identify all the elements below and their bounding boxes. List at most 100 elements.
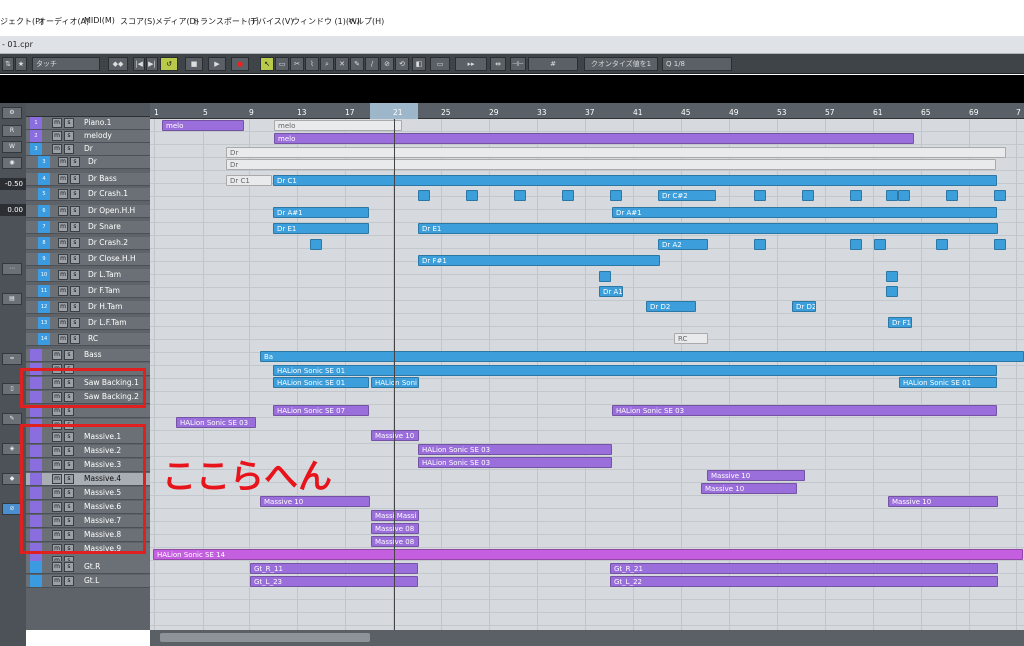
solo-button[interactable]: s xyxy=(70,286,80,296)
stop-button[interactable]: ■ xyxy=(185,57,203,71)
erase-tool-icon[interactable]: ✕ xyxy=(335,57,349,71)
color-tool-icon[interactable]: ◧ xyxy=(412,57,426,71)
solo-button[interactable]: s xyxy=(64,118,74,128)
event-part[interactable]: Ba xyxy=(260,351,1024,362)
snap-icon[interactable]: ⇹ xyxy=(490,57,506,71)
glue-tool-icon[interactable]: ⌇ xyxy=(305,57,319,71)
event-part[interactable]: Dr A#1 xyxy=(612,207,997,218)
event-part[interactable]: melo xyxy=(274,133,914,144)
channel-icon[interactable]: ▯ xyxy=(2,383,22,395)
solo-button[interactable]: s xyxy=(70,334,80,344)
mute-button[interactable]: m xyxy=(52,131,62,141)
mute-button[interactable]: m xyxy=(58,334,68,344)
event-part[interactable]: HALion Sonic SE 03 xyxy=(176,417,256,428)
pan-value[interactable]: 0.00 xyxy=(0,204,26,216)
track-name[interactable]: RC xyxy=(88,334,98,343)
track-name[interactable]: Dr H.Tam xyxy=(88,302,122,311)
eq-icon[interactable]: ≈ xyxy=(2,353,22,365)
drum-hit-part[interactable] xyxy=(514,190,526,201)
event-part[interactable]: HALion Sonic SE 01 xyxy=(273,377,369,388)
track-row[interactable]: 9 m s Dr Close.H.H xyxy=(26,253,150,266)
menu-project[interactable]: ジェクト(P) xyxy=(0,16,43,27)
arrangement-area[interactable]: melo melo melo Dr Dr Dr C1 Dr C1 Dr C#2 Dr A#1 Dr… xyxy=(150,119,1024,630)
mute-button[interactable]: m xyxy=(58,157,68,167)
event-part[interactable]: Gt_L_22 xyxy=(610,576,998,587)
menu-score[interactable]: スコア(S) xyxy=(120,16,155,27)
nudge-icon[interactable]: ▸▸ xyxy=(455,57,487,71)
track-row[interactable]: 12 m s Dr H.Tam xyxy=(26,301,150,314)
time-warp-icon[interactable]: ⟲ xyxy=(395,57,409,71)
solo-button[interactable]: s xyxy=(70,318,80,328)
event-part[interactable]: HALion Sonic SE 07 xyxy=(273,405,369,416)
event-part[interactable]: Massive 10 xyxy=(888,496,998,507)
mute-button[interactable]: m xyxy=(58,174,68,184)
mute-button[interactable]: m xyxy=(58,238,68,248)
read-automation-icon[interactable]: R xyxy=(2,125,22,137)
track-row[interactable]: 10 m s Dr L.Tam xyxy=(26,269,150,282)
track-row[interactable]: 3 m s Dr xyxy=(26,143,150,156)
event-part[interactable]: HALion Sonic SE 01 xyxy=(899,377,997,388)
cycle-icon[interactable]: ↺ xyxy=(160,57,178,71)
constrain-icon[interactable]: ⇅ xyxy=(2,57,14,71)
track-row[interactable]: 2 m s melody xyxy=(26,130,150,143)
solo-button[interactable]: s xyxy=(64,131,74,141)
track-row[interactable]: 8 m s Dr Crash.2 xyxy=(26,237,150,250)
solo-button[interactable]: s xyxy=(70,254,80,264)
horizontal-scrollbar[interactable] xyxy=(150,630,1024,646)
rewind-start-icon[interactable]: |◀ xyxy=(133,57,145,71)
mute-button[interactable]: m xyxy=(58,254,68,264)
volume-value[interactable]: -0.50 xyxy=(0,178,26,190)
display-icon[interactable]: ▭ xyxy=(430,57,450,71)
event-part[interactable]: Massive 10 xyxy=(371,430,419,441)
drum-hit-part[interactable] xyxy=(802,190,814,201)
track-row[interactable]: 14 m s RC xyxy=(26,333,150,346)
track-name[interactable]: Dr Bass xyxy=(88,174,117,183)
mute-button[interactable]: m xyxy=(58,270,68,280)
timeline-ruler[interactable]: 1 5 9 13 17 21 25 29 33 37 41 45 49 53 57 61 65 69 7 xyxy=(150,103,1024,119)
drum-hit-part[interactable] xyxy=(610,190,622,201)
track-row[interactable]: m s Gt.R xyxy=(26,561,150,574)
track-name[interactable]: Dr L.Tam xyxy=(88,270,121,279)
forward-end-icon[interactable]: ▶| xyxy=(146,57,158,71)
solo-button[interactable]: s xyxy=(70,222,80,232)
track-row[interactable]: 7 m s Dr Snare xyxy=(26,221,150,234)
event-part[interactable]: Dr C1 xyxy=(273,175,997,186)
range-tool-icon[interactable]: ▭ xyxy=(275,57,289,71)
drum-hit-part[interactable] xyxy=(850,239,862,250)
solo-button[interactable]: s xyxy=(64,350,74,360)
track-row[interactable]: 5 m s Dr Crash.1 xyxy=(26,188,150,201)
track-name[interactable]: Dr Crash.1 xyxy=(88,189,128,198)
solo-button[interactable]: s xyxy=(70,238,80,248)
track-name[interactable]: Piano.1 xyxy=(84,118,111,127)
drum-hit-part[interactable] xyxy=(310,239,322,250)
grid-type-icon[interactable]: # xyxy=(528,57,578,71)
solo-button[interactable]: s xyxy=(64,562,74,572)
zoom-tool-icon[interactable]: ⌕ xyxy=(320,57,334,71)
drum-hit-part[interactable] xyxy=(754,190,766,201)
track-name[interactable]: Gt.R xyxy=(84,562,100,571)
track-name[interactable]: Gt.L xyxy=(84,576,99,585)
monitor-icon[interactable]: ◉ xyxy=(2,157,22,169)
drum-hit-part[interactable] xyxy=(466,190,478,201)
event-part[interactable]: HALion Sonic SE 03 xyxy=(418,444,612,455)
event-part[interactable]: Dr A#1 xyxy=(273,207,369,218)
mute-button[interactable]: m xyxy=(52,576,62,586)
event-part[interactable]: HALion Soni xyxy=(371,377,419,388)
inspector-toggle-icon[interactable]: ⚙ xyxy=(2,107,22,119)
track-row[interactable]: 3 m s Dr xyxy=(26,156,150,169)
event-part[interactable]: Gt_L_23 xyxy=(250,576,418,587)
track-name[interactable]: Dr Snare xyxy=(88,222,121,231)
mute-button[interactable]: m xyxy=(58,222,68,232)
track-name[interactable]: Dr F.Tam xyxy=(88,286,120,295)
track-name[interactable]: Dr xyxy=(84,144,93,153)
mute-button[interactable]: m xyxy=(58,189,68,199)
notepad-icon[interactable]: ✎ xyxy=(2,413,22,425)
event-part[interactable]: Dr xyxy=(226,147,1006,158)
line-tool-icon[interactable]: ∕ xyxy=(365,57,379,71)
menu-devices[interactable]: デバイス(V) xyxy=(250,16,293,27)
playhead[interactable] xyxy=(394,119,395,630)
event-part[interactable]: Gt_R_11 xyxy=(250,563,418,574)
event-part[interactable]: Dr E1 xyxy=(418,223,998,234)
solo-button[interactable]: s xyxy=(70,302,80,312)
event-part[interactable]: Massive 08 xyxy=(371,536,419,547)
